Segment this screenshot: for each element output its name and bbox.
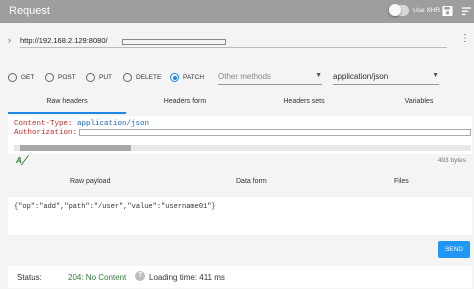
request-toolbar: Request Use XHR xyxy=(0,0,474,23)
sort-menu-icon[interactable] xyxy=(461,5,472,17)
payload-text: {"op":"add","path":"/user","value":"user… xyxy=(14,203,216,211)
header-line-1: Content-Type: application/json xyxy=(14,120,149,128)
method-patch-label: PATCH xyxy=(183,74,205,81)
tab-headers-sets[interactable]: Headers sets xyxy=(244,92,364,114)
radio-delete[interactable] xyxy=(123,73,132,82)
raw-payload-editor[interactable]: {"op":"add","path":"/user","value":"user… xyxy=(8,197,472,235)
dropdown-arrow-icon: ▼ xyxy=(315,72,322,79)
raw-headers-editor[interactable]: Content-Type: application/json Authoriza… xyxy=(8,116,472,154)
url-row: › http://192.168.2.129:8080/ ⋮ xyxy=(0,30,474,52)
more-vert-icon[interactable]: ⋮ xyxy=(460,33,470,44)
radio-patch[interactable] xyxy=(170,73,179,82)
redacted-authorization xyxy=(79,129,471,136)
redacted-url-path xyxy=(122,39,226,45)
header-tabs: Raw headers Headers form Headers sets Va… xyxy=(0,92,474,114)
help-icon[interactable]: ? xyxy=(135,271,145,281)
header-line-2: Authorization: xyxy=(14,129,77,137)
headers-size: 493 bytes xyxy=(437,157,466,164)
tab-variables[interactable]: Variables xyxy=(364,92,474,114)
method-put-label: PUT xyxy=(99,74,112,81)
radio-put[interactable] xyxy=(86,73,95,82)
method-delete-label: DELETE xyxy=(136,74,162,81)
method-selector: GET POST PUT DELETE PATCH Other methods … xyxy=(0,66,474,88)
header-key: Content-Type: xyxy=(14,120,73,128)
chevron-right-icon[interactable]: › xyxy=(8,35,11,45)
dropdown-arrow-icon: ▼ xyxy=(432,72,439,79)
content-type-value: application/json xyxy=(333,72,389,81)
scrollbar-thumb[interactable] xyxy=(20,145,131,151)
horizontal-scrollbar[interactable] xyxy=(14,145,471,151)
url-underline xyxy=(20,47,447,48)
save-icon[interactable] xyxy=(442,5,453,17)
method-post-label: POST xyxy=(58,74,76,81)
header-key: Authorization: xyxy=(14,129,78,137)
tab-raw-headers[interactable]: Raw headers xyxy=(8,92,126,114)
payload-tabs: Raw payload Data form Files xyxy=(0,175,474,193)
select-underline xyxy=(218,84,322,85)
tab-raw-payload[interactable]: Raw payload xyxy=(70,178,110,185)
radio-get[interactable] xyxy=(8,73,17,82)
tab-headers-form[interactable]: Headers form xyxy=(126,92,244,114)
headers-footer: A╱ 493 bytes xyxy=(0,155,474,169)
method-get-label: GET xyxy=(21,74,35,81)
radio-post[interactable] xyxy=(45,73,54,82)
url-input[interactable]: http://192.168.2.129:8080/ xyxy=(20,36,108,45)
use-xhr-toggle[interactable] xyxy=(389,4,409,16)
content-type-select[interactable]: application/json ▼ xyxy=(333,69,439,85)
loading-time: Loading time: 411 ms xyxy=(149,273,225,282)
other-methods-placeholder: Other methods xyxy=(218,72,271,81)
toggle-knob xyxy=(389,4,401,16)
tab-files[interactable]: Files xyxy=(394,178,409,185)
header-value: application/json xyxy=(77,120,150,128)
send-button[interactable]: SEND xyxy=(438,241,470,258)
other-methods-select[interactable]: Other methods ▼ xyxy=(218,69,322,85)
status-label: Status: xyxy=(17,273,42,282)
encode-icon[interactable]: A╱ xyxy=(16,156,27,165)
select-underline xyxy=(333,84,439,85)
use-xhr-label: Use XHR xyxy=(413,7,441,14)
tab-data-form[interactable]: Data form xyxy=(236,178,267,185)
panel-title: Request xyxy=(9,5,50,17)
response-status-bar: Status: 204: No Content ? Loading time: … xyxy=(8,266,472,288)
status-code: 204: No Content xyxy=(68,273,127,282)
